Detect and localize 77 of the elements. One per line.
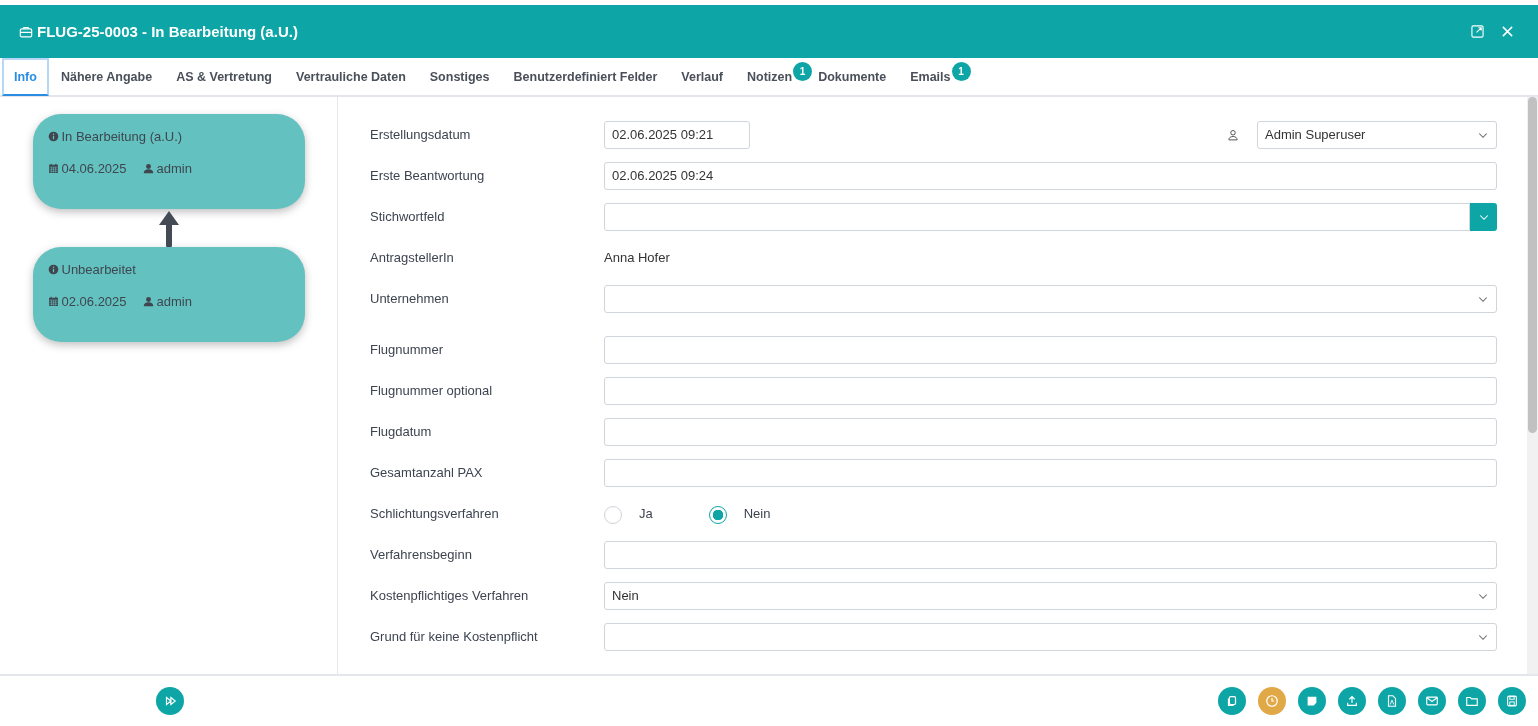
field-label: Erstellungsdatum — [370, 127, 472, 142]
calendar-icon — [47, 163, 59, 174]
status-date: 02.06.2025 — [61, 294, 128, 309]
envelope-icon — [1425, 694, 1439, 708]
field-label: Kostenpflichtiges Verfahren — [370, 588, 530, 603]
copy-icon — [1225, 694, 1239, 708]
scrollbar[interactable] — [1527, 97, 1538, 674]
input-field[interactable] — [604, 202, 1470, 231]
sticky-note-icon — [1305, 694, 1319, 708]
select-field[interactable] — [604, 622, 1497, 651]
status-label: In Bearbeitung (a.U.) — [61, 129, 183, 144]
fast-forward-button[interactable] — [156, 687, 184, 715]
up-arrow-icon — [156, 209, 181, 247]
field-label: Schlichtungsverfahren — [370, 506, 500, 521]
pdf-button[interactable] — [1378, 687, 1406, 715]
tab[interactable]: Vertrauliche Daten — [284, 57, 418, 96]
tab[interactable]: Benutzerdefiniert Felder — [501, 57, 670, 96]
tab[interactable]: Emails 1 — [898, 57, 969, 96]
tab[interactable]: Dokumente — [810, 57, 899, 96]
date-field[interactable]: 02.06.2025 09:21 — [604, 120, 750, 149]
field-label: Erste Beantwortung — [370, 168, 486, 183]
dropdown-button[interactable] — [1470, 202, 1497, 231]
radio-button[interactable] — [708, 506, 727, 524]
clock-icon — [1265, 694, 1279, 708]
folder-button[interactable] — [1458, 687, 1486, 715]
user-icon — [142, 296, 154, 307]
briefcase-icon — [19, 24, 33, 39]
field-label: Unternehmen — [370, 291, 450, 306]
tab[interactable]: Verlauf — [669, 57, 735, 96]
info-icon — [47, 131, 59, 142]
expand-icon[interactable] — [1471, 25, 1484, 38]
input-field[interactable]: 02.06.2025 09:24 — [604, 161, 1497, 190]
input-field[interactable] — [604, 458, 1497, 487]
calendar-icon — [47, 296, 59, 307]
select-field[interactable] — [604, 284, 1497, 313]
upload-button[interactable] — [1338, 687, 1366, 715]
close-icon[interactable] — [1501, 25, 1514, 38]
user-icon — [142, 163, 154, 174]
assignee-select[interactable]: Admin Superuser — [1257, 120, 1497, 149]
save-button[interactable] — [1498, 687, 1526, 715]
select-field[interactable]: Nein — [604, 581, 1497, 610]
status-label: Unbearbeitet — [61, 262, 136, 277]
field-label: Gesamtanzahl PAX — [370, 465, 484, 480]
window-title: FLUG-25-0003 - In Bearbeitung (a.U.) — [37, 23, 298, 40]
status-user: admin — [156, 294, 192, 309]
note-button[interactable] — [1298, 687, 1326, 715]
input-field[interactable] — [604, 417, 1497, 446]
field-label: Flugnummer optional — [370, 383, 494, 398]
count-badge: 1 — [793, 61, 813, 81]
input-field[interactable] — [604, 540, 1497, 569]
copy-button[interactable] — [1218, 687, 1246, 715]
folder-icon — [1465, 694, 1479, 708]
field-label: Stichwortfeld — [370, 209, 446, 224]
status-date: 04.06.2025 — [61, 161, 128, 176]
input-field[interactable] — [604, 376, 1497, 405]
field-label: Verfahrensbeginn — [370, 547, 473, 562]
tab[interactable]: Notizen 1 — [735, 57, 811, 96]
mail-button[interactable] — [1418, 687, 1446, 715]
field-label: Flugnummer — [370, 342, 444, 357]
field-label: AntragstellerIn — [370, 250, 455, 265]
status-user: admin — [156, 161, 192, 176]
tab[interactable]: Nähere Angabe — [48, 57, 165, 96]
field-value: Anna Hofer — [604, 250, 670, 265]
info-icon — [47, 264, 59, 275]
pdf-file-icon — [1385, 694, 1399, 708]
radio-label: Ja — [639, 506, 653, 521]
field-label: Grund für keine Kostenpflicht — [370, 629, 539, 644]
field-label: Flugdatum — [370, 424, 433, 439]
tab[interactable]: Sonstiges — [417, 57, 502, 96]
input-field[interactable] — [604, 335, 1497, 364]
radio-label: Nein — [743, 506, 771, 521]
tab[interactable]: AS & Vertretung — [164, 57, 284, 96]
clock-button[interactable] — [1258, 687, 1286, 715]
fast-forward-icon — [163, 694, 177, 708]
user-icon — [1227, 128, 1239, 141]
upload-icon — [1345, 694, 1359, 708]
count-badge: 1 — [951, 61, 971, 81]
